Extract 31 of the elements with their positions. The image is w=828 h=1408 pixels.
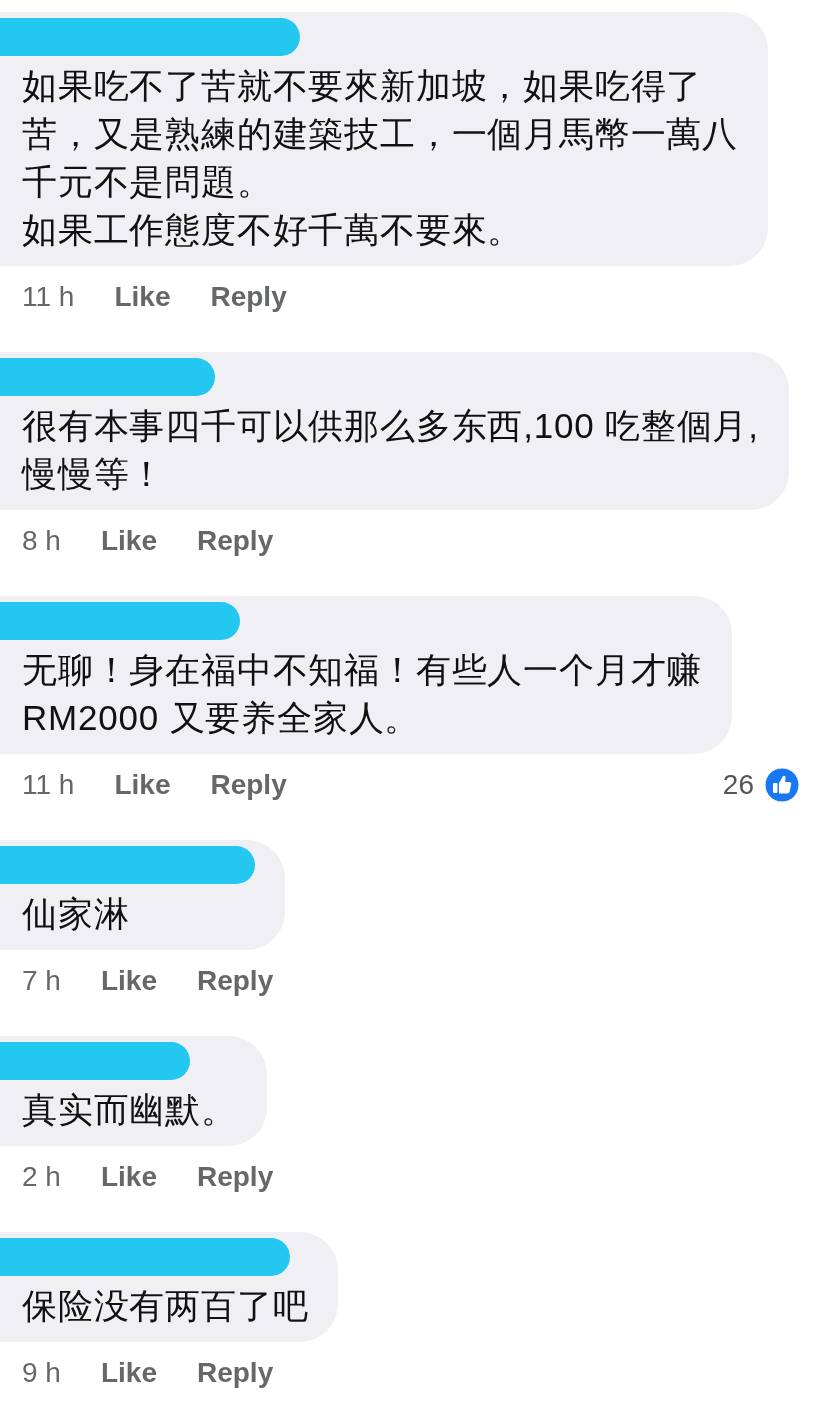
comment-line: 慢慢等！ <box>22 453 167 495</box>
like-link[interactable]: Like <box>100 965 157 997</box>
like-link[interactable]: Like <box>114 281 171 313</box>
thumbs-up-icon <box>764 767 800 803</box>
comment-time: 2 h <box>22 1161 61 1193</box>
like-link[interactable]: Like <box>100 1161 157 1193</box>
comment-line: 如果吃不了苦就不要來新加坡，如果吃得了 <box>22 65 704 107</box>
comment-line: 如果工作態度不好千萬不要來。 <box>22 209 525 251</box>
reply-link[interactable]: Reply <box>196 525 274 557</box>
comment-line: 保险没有两百了吧 <box>22 1285 309 1327</box>
reply-link[interactable]: Reply <box>210 281 287 313</box>
comment-time: 11 h <box>22 281 75 313</box>
reply-link[interactable]: Reply <box>196 1161 274 1193</box>
comment-line: 苦，又是熟練的建築技工，一個月馬幣一萬八 <box>22 113 738 155</box>
comment-line: 很有本事四千可以供那么多东西,100 吃整個月, <box>22 405 759 447</box>
reply-link[interactable]: Reply <box>210 769 287 801</box>
like-link[interactable]: Like <box>100 525 157 557</box>
reply-link[interactable]: Reply <box>196 1357 274 1389</box>
comment-line: 千元不是問題。 <box>22 161 274 203</box>
comment-time: 11 h <box>22 769 75 801</box>
comment-line: 无聊！身在福中不知福！有些人一个月才赚 <box>22 649 703 691</box>
reply-link[interactable]: Reply <box>196 965 274 997</box>
like-link[interactable]: Like <box>114 769 171 801</box>
comment-line: RM2000 又要养全家人。 <box>22 697 422 739</box>
comment-time: 9 h <box>22 1357 61 1389</box>
comment-time: 7 h <box>22 965 61 997</box>
comment-time: 8 h <box>22 525 61 557</box>
reaction-count: 26 <box>722 769 754 801</box>
comment-line: 真实而幽默。 <box>22 1089 237 1131</box>
like-link[interactable]: Like <box>100 1357 157 1389</box>
comment-line: 仙家淋 <box>22 893 131 935</box>
